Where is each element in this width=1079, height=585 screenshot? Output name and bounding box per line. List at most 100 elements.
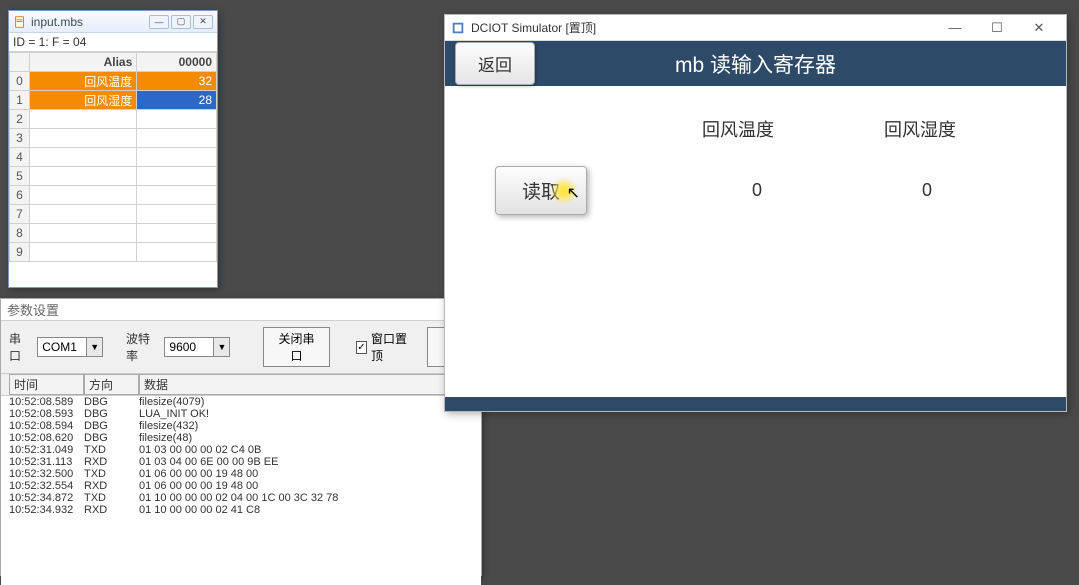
- log-row[interactable]: 10:52:31.049TXD01 03 00 00 00 02 C4 0B: [9, 444, 473, 456]
- sim-titlebar[interactable]: DCIOT Simulator [置顶] — ☐ ✕: [445, 15, 1066, 41]
- sim-footer-bar: [445, 397, 1066, 411]
- cell-value[interactable]: [137, 129, 217, 148]
- port-value[interactable]: [38, 338, 86, 356]
- log-dir: RXD: [84, 480, 139, 492]
- topmost-checkbox[interactable]: ✓ 窗口置顶: [356, 330, 411, 364]
- table-row[interactable]: 0回风温度32: [10, 72, 217, 91]
- hdr-dir[interactable]: 方向: [84, 374, 139, 395]
- log-row[interactable]: 10:52:31.113RXD01 03 04 00 6E 00 00 9B E…: [9, 456, 473, 468]
- cell-alias[interactable]: [30, 167, 137, 186]
- mbs-table: Alias 00000 0回风温度321回风湿度2823456789: [9, 52, 217, 262]
- log-data: 01 10 00 00 00 02 41 C8: [139, 504, 473, 516]
- close-icon[interactable]: ✕: [1018, 16, 1060, 40]
- cell-alias[interactable]: [30, 205, 137, 224]
- log-row[interactable]: 10:52:32.500TXD01 06 00 00 00 19 48 00: [9, 468, 473, 480]
- minimize-icon[interactable]: —: [934, 16, 976, 40]
- log-time: 10:52:31.049: [9, 444, 84, 456]
- log-dir: TXD: [84, 492, 139, 504]
- cell-value[interactable]: 28: [137, 91, 217, 110]
- cell-value[interactable]: [137, 224, 217, 243]
- baud-combo[interactable]: ▼: [164, 337, 230, 357]
- cell-alias[interactable]: 回风湿度: [30, 91, 137, 110]
- log-list[interactable]: 10:52:08.589DBGfilesize(4079)10:52:08.59…: [1, 395, 481, 585]
- row-index: 1: [10, 91, 30, 110]
- row-index: 6: [10, 186, 30, 205]
- mbs-titlebar[interactable]: input.mbs — ▢ ✕: [9, 11, 217, 33]
- value-temp: 0: [752, 180, 762, 201]
- mbs-col-addr[interactable]: 00000: [137, 53, 217, 72]
- table-row[interactable]: 5: [10, 167, 217, 186]
- log-time: 10:52:34.932: [9, 504, 84, 516]
- cell-alias[interactable]: [30, 129, 137, 148]
- read-button-label: 读取: [522, 182, 560, 203]
- cell-value[interactable]: 32: [137, 72, 217, 91]
- sim-title-text: DCIOT Simulator [置顶]: [471, 19, 934, 36]
- param-title-text: 参数设置: [7, 300, 59, 319]
- baud-value[interactable]: [165, 338, 213, 356]
- cell-alias[interactable]: 回风温度: [30, 72, 137, 91]
- log-row[interactable]: 10:52:32.554RXD01 06 00 00 00 19 48 00: [9, 480, 473, 492]
- minimize-icon[interactable]: —: [149, 15, 169, 29]
- row-index: 7: [10, 205, 30, 224]
- cell-value[interactable]: [137, 148, 217, 167]
- check-icon: ✓: [356, 341, 367, 354]
- log-data: 01 06 00 00 00 19 48 00: [139, 480, 473, 492]
- table-row[interactable]: 7: [10, 205, 217, 224]
- cell-alias[interactable]: [30, 186, 137, 205]
- row-index: 4: [10, 148, 30, 167]
- cell-value[interactable]: [137, 167, 217, 186]
- maximize-icon[interactable]: ▢: [171, 15, 191, 29]
- log-dir: RXD: [84, 504, 139, 516]
- log-row[interactable]: 10:52:08.594DBGfilesize(432): [9, 420, 473, 432]
- close-port-button[interactable]: 关闭串口: [263, 327, 330, 367]
- table-row[interactable]: 8: [10, 224, 217, 243]
- cell-value[interactable]: [137, 110, 217, 129]
- mbs-id-line: ID = 1: F = 04: [9, 33, 217, 52]
- document-icon: [13, 15, 27, 29]
- log-row[interactable]: 10:52:08.589DBGfilesize(4079): [9, 396, 473, 408]
- cell-value[interactable]: [137, 243, 217, 262]
- input-mbs-window: input.mbs — ▢ ✕ ID = 1: F = 04 Alias 000…: [8, 10, 218, 288]
- baud-label: 波特率: [126, 330, 156, 364]
- port-combo[interactable]: ▼: [37, 337, 103, 357]
- log-row[interactable]: 10:52:08.593DBGLUA_INIT OK!: [9, 408, 473, 420]
- dciot-simulator-window: DCIOT Simulator [置顶] — ☐ ✕ 返回 mb 读输入寄存器 …: [444, 14, 1067, 412]
- mbs-col-alias[interactable]: Alias: [30, 53, 137, 72]
- hdr-time[interactable]: 时间: [9, 374, 84, 395]
- hdr-data[interactable]: 数据: [139, 374, 473, 395]
- cell-alias[interactable]: [30, 224, 137, 243]
- table-row[interactable]: 2: [10, 110, 217, 129]
- row-index: 0: [10, 72, 30, 91]
- cell-alias[interactable]: [30, 243, 137, 262]
- label-humidity: 回风湿度: [884, 116, 956, 142]
- param-toolbar: 串口 ▼ 波特率 ▼ 关闭串口 ✓ 窗口置顶 截屏: [1, 321, 481, 373]
- log-data: filesize(432): [139, 420, 473, 432]
- chevron-down-icon[interactable]: ▼: [86, 338, 102, 356]
- log-row[interactable]: 10:52:34.872TXD01 10 00 00 00 02 04 00 1…: [9, 492, 473, 504]
- param-titlebar[interactable]: 参数设置 —: [1, 299, 481, 321]
- log-row[interactable]: 10:52:34.932RXD01 10 00 00 00 02 41 C8: [9, 504, 473, 516]
- cell-value[interactable]: [137, 186, 217, 205]
- read-button[interactable]: 读取 ↖: [495, 166, 587, 215]
- close-icon[interactable]: ✕: [193, 15, 213, 29]
- log-time: 10:52:08.589: [9, 396, 84, 408]
- back-button[interactable]: 返回: [455, 42, 535, 85]
- table-row[interactable]: 4: [10, 148, 217, 167]
- row-index: 5: [10, 167, 30, 186]
- table-row[interactable]: 6: [10, 186, 217, 205]
- port-label: 串口: [9, 330, 29, 364]
- maximize-icon[interactable]: ☐: [976, 16, 1018, 40]
- chevron-down-icon[interactable]: ▼: [213, 338, 229, 356]
- table-row[interactable]: 9: [10, 243, 217, 262]
- topmost-label: 窗口置顶: [371, 330, 411, 364]
- mbs-corner-cell: [10, 53, 30, 72]
- log-row[interactable]: 10:52:08.620DBGfilesize(48): [9, 432, 473, 444]
- cell-alias[interactable]: [30, 110, 137, 129]
- cell-alias[interactable]: [30, 148, 137, 167]
- log-headers: 时间 方向 数据: [1, 373, 481, 395]
- cell-value[interactable]: [137, 205, 217, 224]
- log-time: 10:52:34.872: [9, 492, 84, 504]
- label-temp: 回风温度: [702, 116, 774, 142]
- table-row[interactable]: 1回风湿度28: [10, 91, 217, 110]
- table-row[interactable]: 3: [10, 129, 217, 148]
